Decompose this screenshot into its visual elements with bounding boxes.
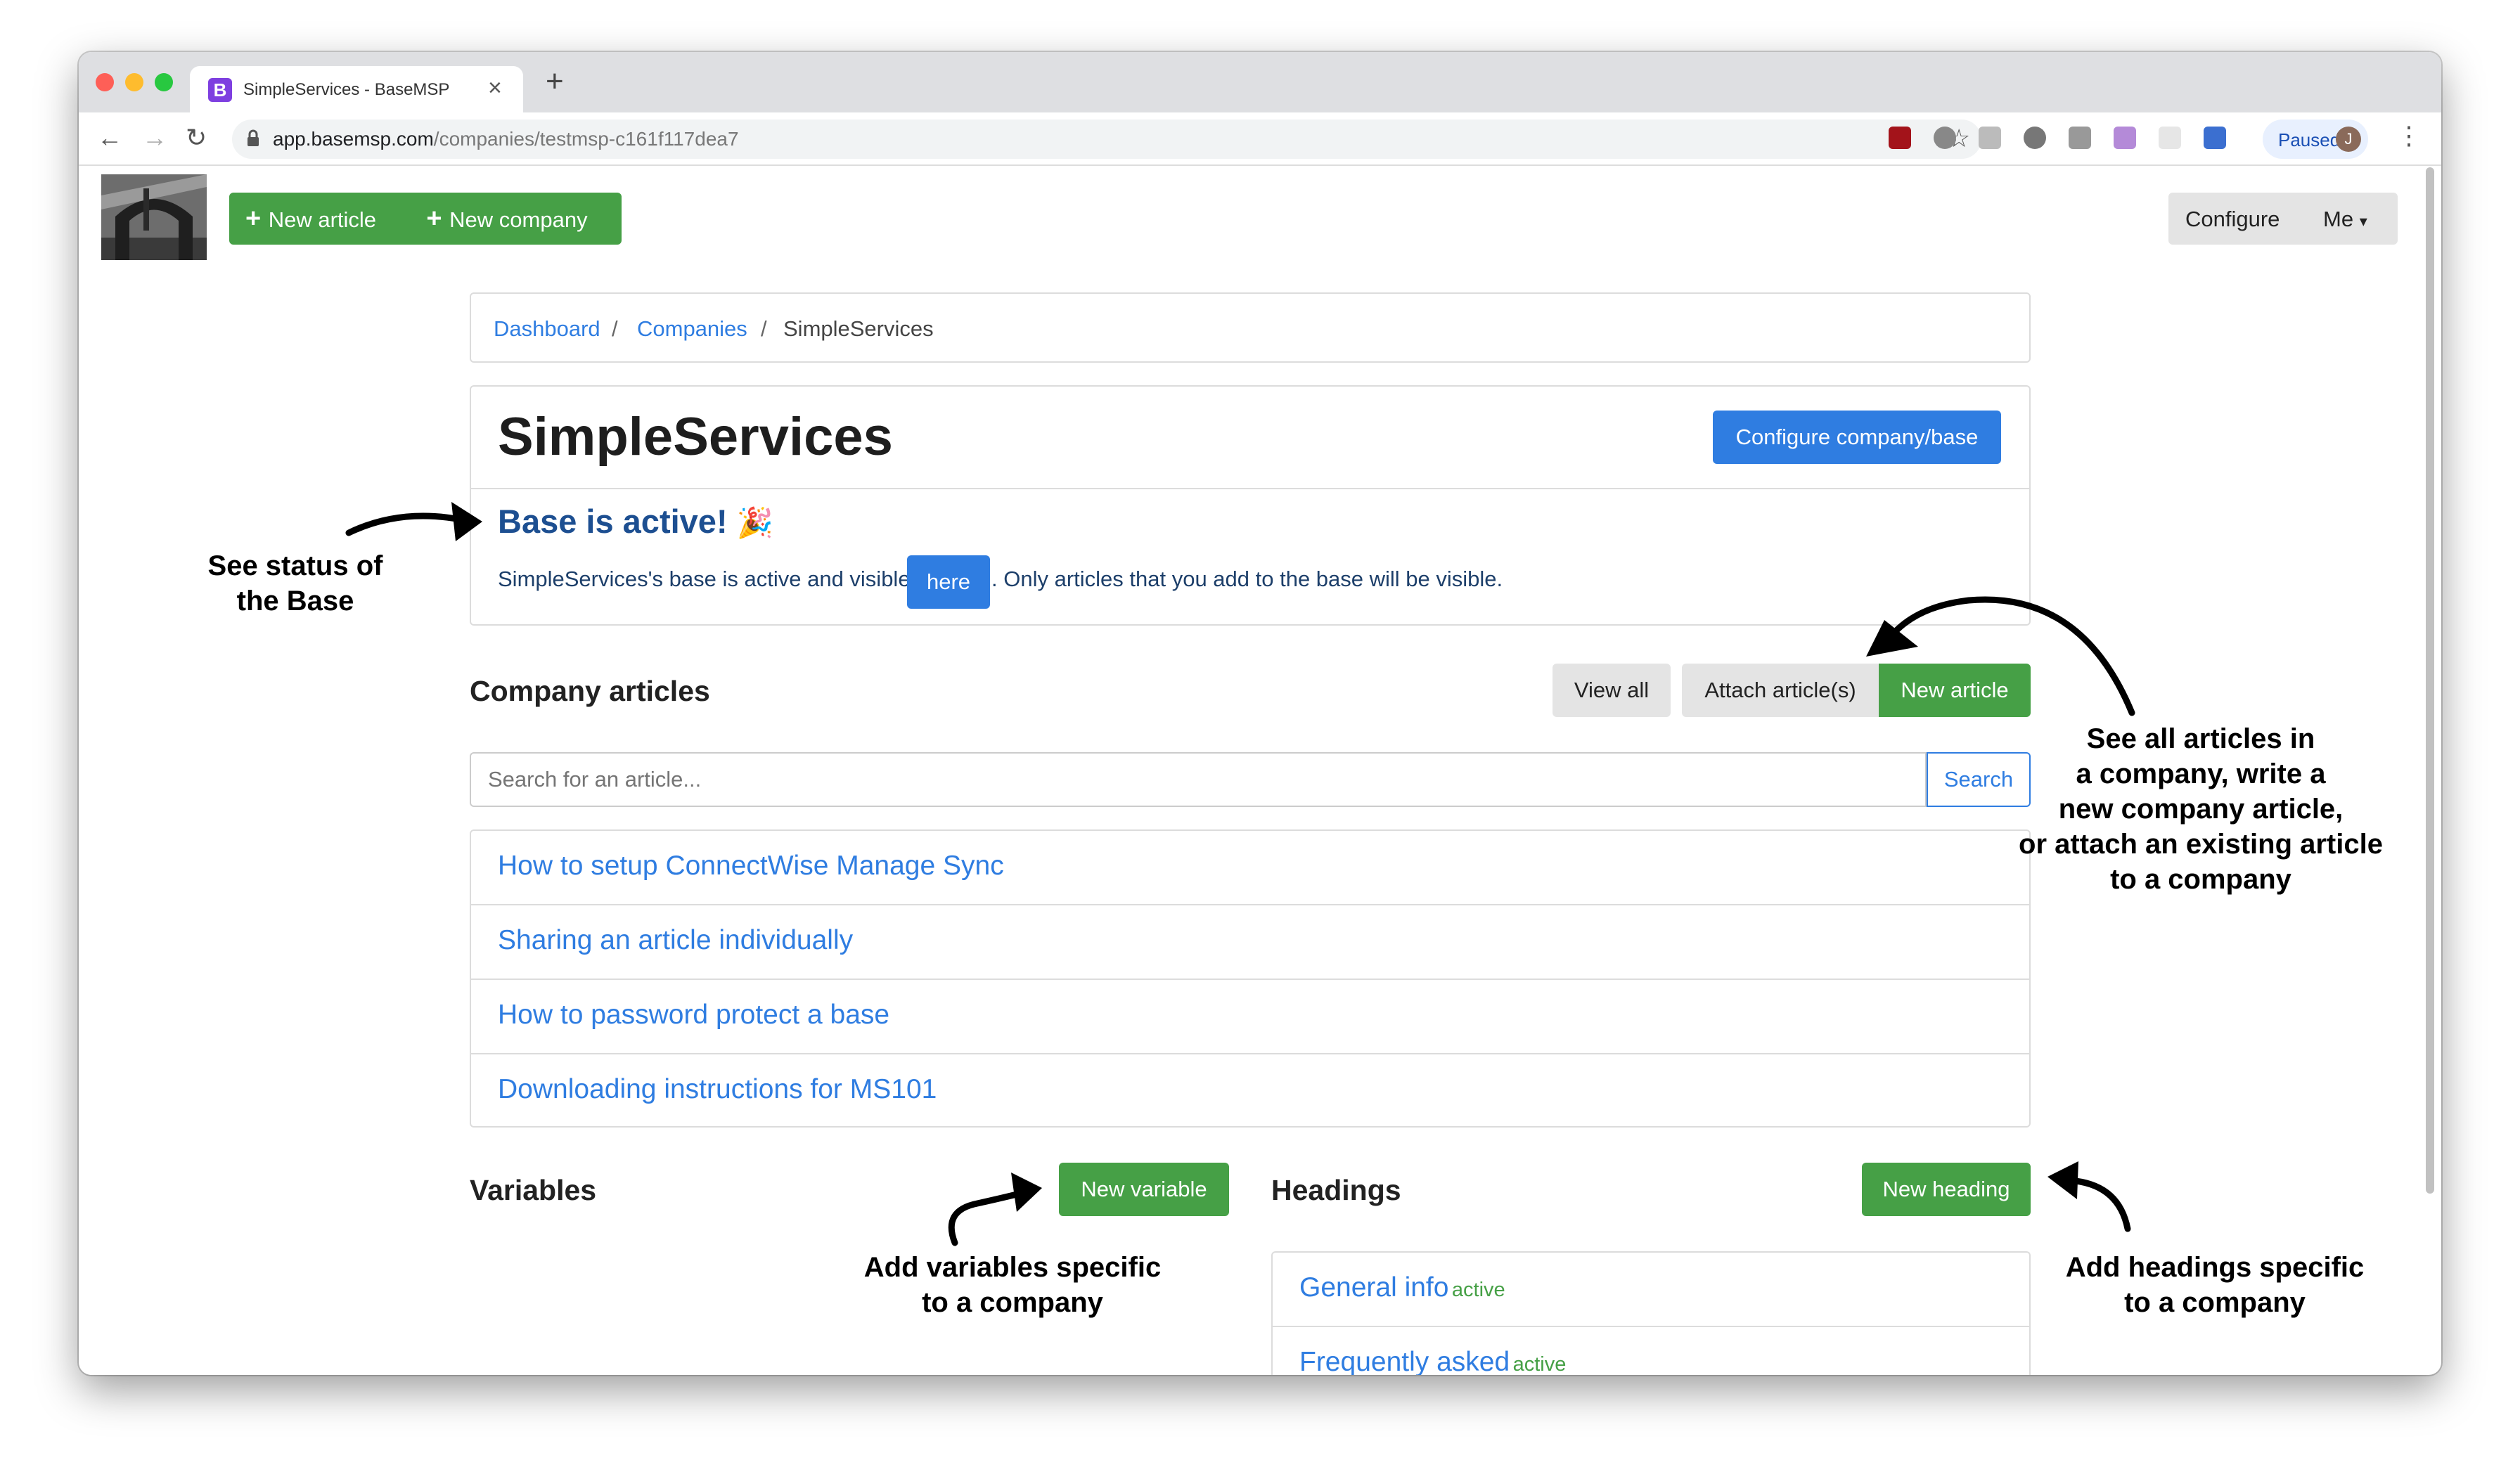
bitwarden-extension-icon[interactable] [2204, 127, 2226, 149]
browser-menu-icon[interactable]: ⋮ [2396, 121, 2422, 150]
company-articles-heading: Company articles [470, 675, 710, 707]
minimize-window-icon[interactable] [125, 73, 143, 91]
new-company-nav-button[interactable]: + New company [392, 193, 622, 245]
annotation-articles: See all articles in a company, write a n… [2019, 723, 2383, 895]
base-status-text-after: . Only articles that you add to the base… [991, 567, 1503, 591]
new-heading-button[interactable]: New heading [1862, 1163, 2031, 1216]
party-popper-icon: 🎉 [736, 506, 773, 539]
annotation-headings: Add headings specific to a company [2065, 1252, 2365, 1318]
configure-me-group: Configure Me ▾ [2168, 193, 2398, 245]
browser-toolbar: ← → ↻ app.basemsp.com/companies/testmsp-… [79, 112, 2441, 166]
breadcrumb-separator: / [612, 316, 618, 341]
divider [471, 1053, 2029, 1054]
profile-status: Paused [2278, 129, 2341, 150]
close-window-icon[interactable] [96, 73, 114, 91]
list-item[interactable]: Downloading instructions for MS101 [498, 1074, 937, 1105]
arrow-icon [345, 502, 482, 541]
list-item[interactable]: How to setup ConnectWise Manage Sync [498, 851, 1004, 881]
extension-icon[interactable] [2069, 127, 2091, 149]
address-bar[interactable]: app.basemsp.com/companies/testmsp-c161f1… [232, 120, 1981, 159]
ublock-extension-icon[interactable] [1889, 127, 1911, 149]
configure-company-button[interactable]: Configure company/base [1713, 411, 2001, 464]
extension-icon[interactable] [2114, 127, 2136, 149]
breadcrumb-dashboard[interactable]: Dashboard [494, 316, 600, 342]
divider [1273, 1326, 2029, 1327]
company-card: SimpleServices Configure company/base Ba… [470, 385, 2031, 626]
base-status-title: Base is active! 🎉 [498, 503, 773, 540]
extension-icon[interactable] [2159, 127, 2181, 149]
base-here-button[interactable]: here [907, 555, 990, 609]
new-tab-icon[interactable]: + [546, 66, 564, 97]
list-item[interactable]: How to password protect a base [498, 1000, 889, 1031]
avatar: J [2336, 127, 2361, 152]
extension-icon[interactable] [2024, 127, 2046, 149]
breadcrumb-companies[interactable]: Companies [637, 316, 747, 342]
browser-tab[interactable]: B SimpleServices - BaseMSP × [190, 66, 523, 114]
plus-icon: + [426, 204, 450, 233]
headings-heading: Headings [1271, 1174, 1401, 1206]
status-badge: active [1451, 1279, 1505, 1301]
profile-button[interactable]: Paused J [2263, 120, 2368, 159]
breadcrumb-current: SimpleServices [783, 316, 934, 341]
extension-icon[interactable] [1934, 127, 1956, 149]
status-badge: active [1512, 1353, 1567, 1375]
new-article-nav-button[interactable]: + New article [229, 193, 392, 245]
arrow-icon [1866, 596, 2135, 716]
configure-menu[interactable]: Configure [2185, 207, 2280, 232]
reload-icon[interactable]: ↻ [186, 122, 207, 153]
divider [471, 979, 2029, 980]
variables-heading: Variables [470, 1174, 597, 1206]
base-status-text: SimpleServices's base is active and visi… [498, 567, 911, 591]
tab-title: SimpleServices - BaseMSP [243, 80, 450, 99]
basemsp-favicon-icon: B [208, 78, 232, 102]
scrollbar[interactable] [2426, 167, 2434, 1194]
url-text: app.basemsp.com/companies/testmsp-c161f1… [273, 128, 739, 150]
close-tab-icon[interactable]: × [488, 75, 502, 102]
article-search-input[interactable] [470, 752, 1927, 807]
breadcrumb-separator: / [761, 316, 767, 341]
list-item[interactable]: General info active [1299, 1272, 1505, 1303]
list-item[interactable]: Frequently asked active [1299, 1347, 1566, 1375]
view-all-button[interactable]: View all [1552, 664, 1671, 717]
breadcrumb: Dashboard / Companies / SimpleServices [470, 292, 2031, 363]
plus-icon: + [245, 204, 269, 233]
lock-icon [248, 129, 259, 146]
headings-list: General info active Frequently asked act… [1271, 1251, 2031, 1375]
me-menu[interactable]: Me ▾ [2323, 207, 2367, 232]
page-title: SimpleServices [498, 407, 893, 467]
logo-icon [101, 174, 207, 260]
article-list: How to setup ConnectWise Manage Sync Sha… [470, 829, 2031, 1128]
divider [471, 904, 2029, 905]
tab-bar: B SimpleServices - BaseMSP × + [79, 52, 2441, 114]
annotation-variables: Add variables specific to a company [863, 1252, 1162, 1318]
list-item[interactable]: Sharing an article individually [498, 925, 853, 956]
forward-icon[interactable]: → [142, 122, 167, 153]
back-icon[interactable]: ← [97, 122, 122, 153]
arrow-icon [2048, 1161, 2131, 1232]
arrow-icon [948, 1173, 1042, 1246]
extension-icon[interactable] [1979, 127, 2001, 149]
chevron-down-icon: ▾ [2359, 212, 2367, 230]
maximize-window-icon[interactable] [155, 73, 173, 91]
new-variable-button[interactable]: New variable [1059, 1163, 1229, 1216]
